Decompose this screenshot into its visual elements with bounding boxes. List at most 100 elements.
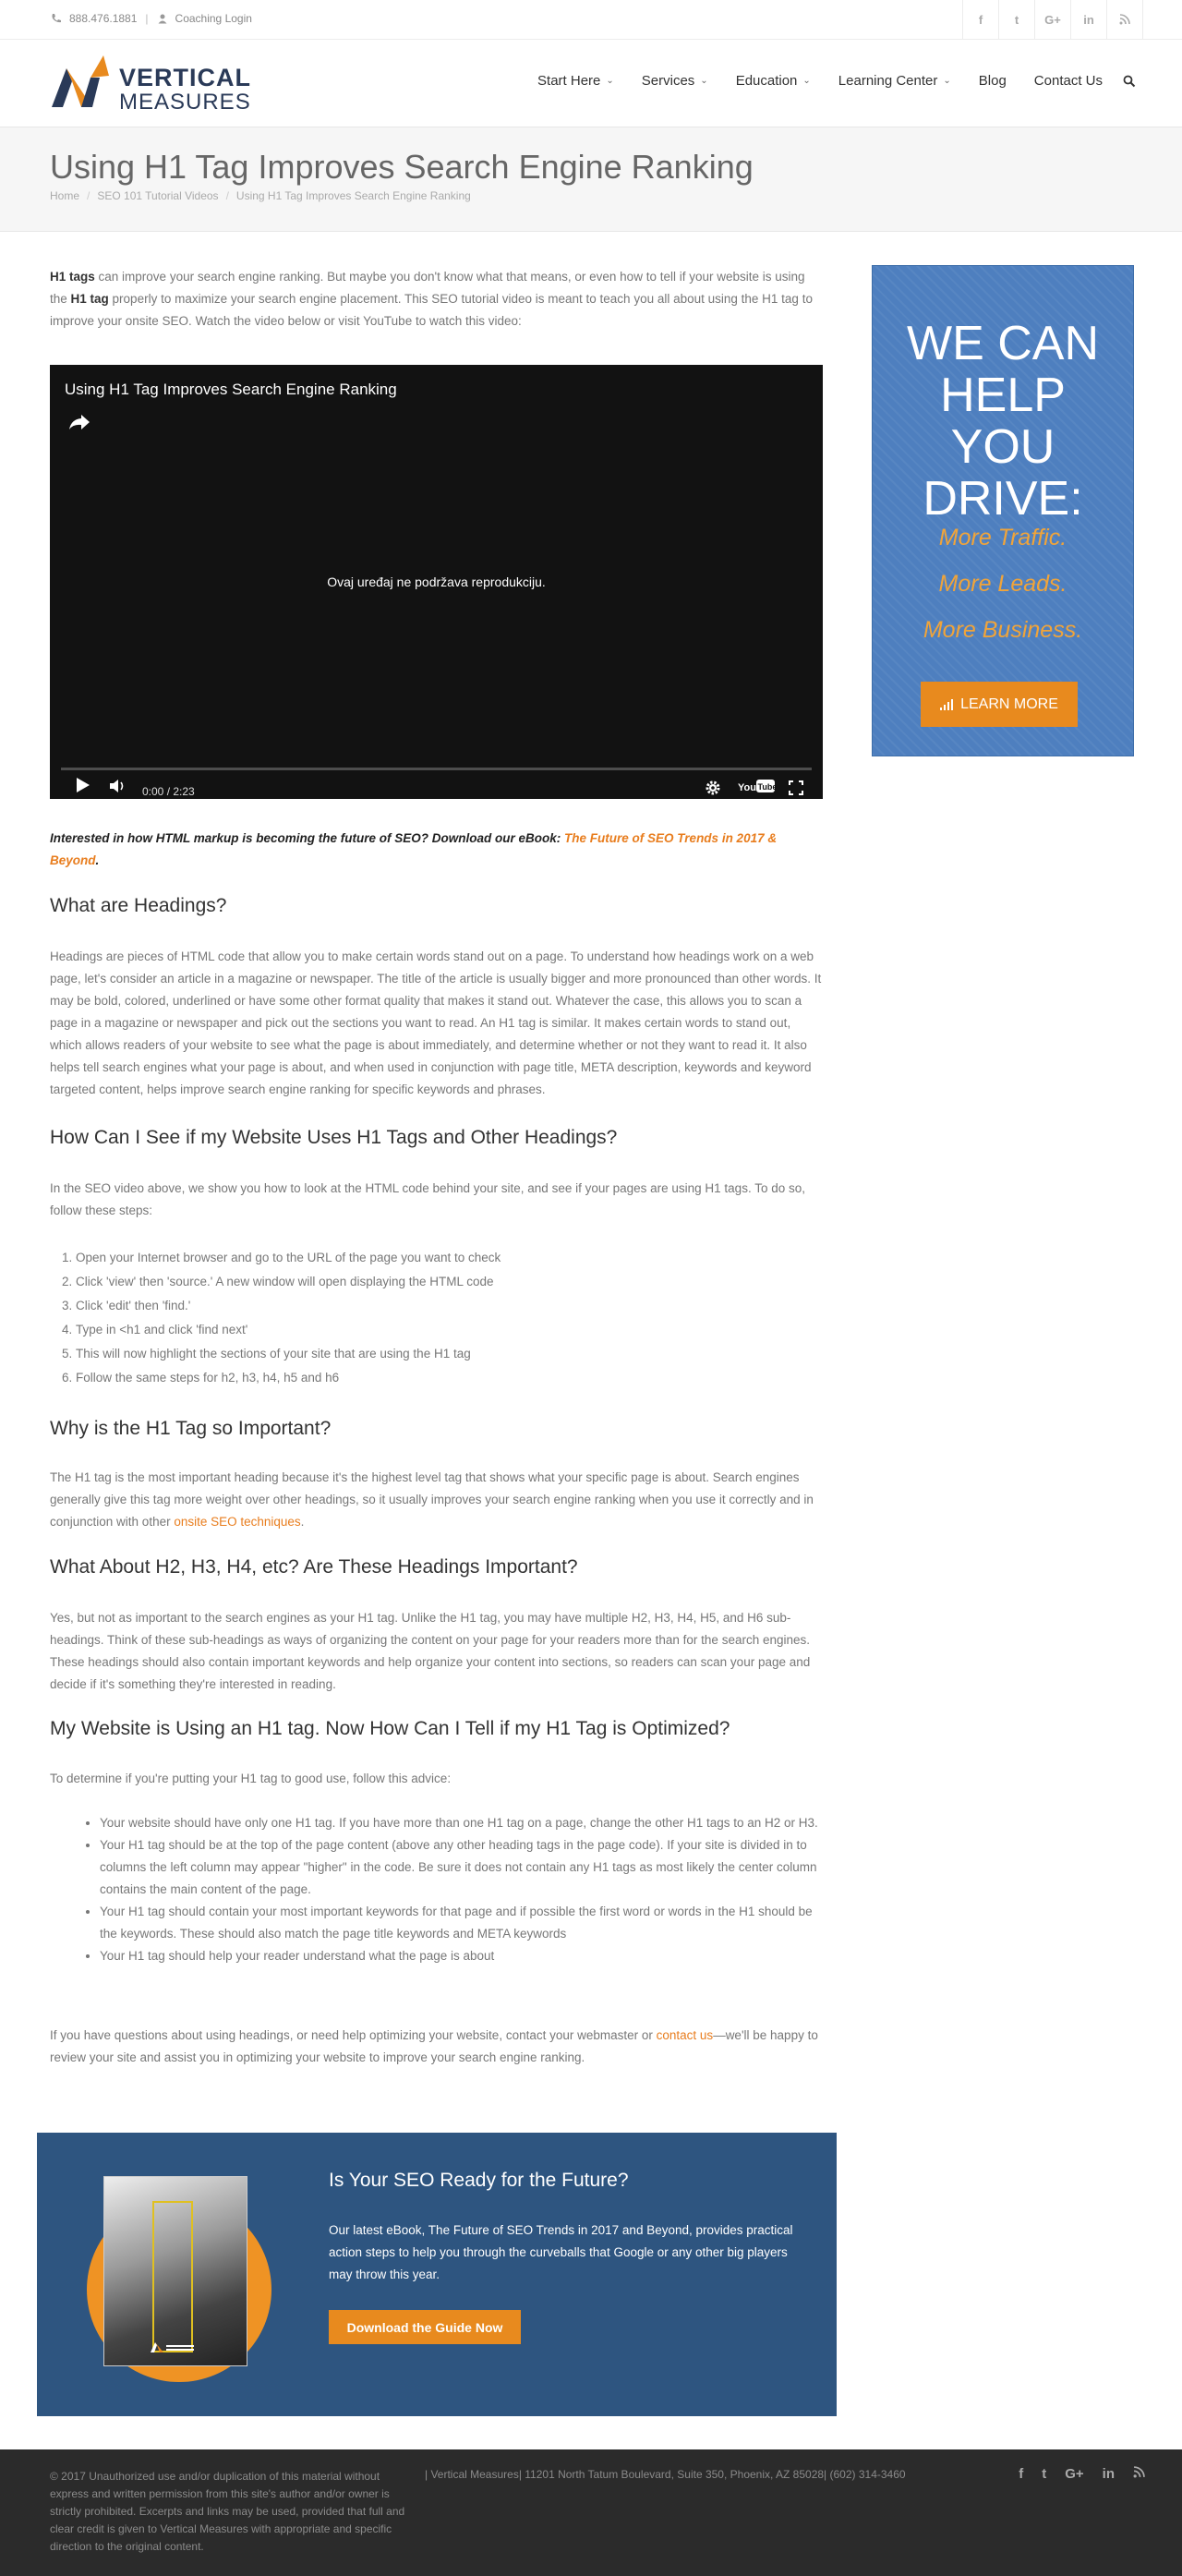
- site-header: VERTICAL MEASURES Start Here ⌄ Services ⌄ …: [0, 40, 1182, 127]
- promo-text: Our latest eBook, The Future of SEO Tren…: [329, 2223, 793, 2281]
- video-error-message: Ovaj uređaj ne podržava reprodukciju.: [327, 574, 546, 589]
- paragraph-h2-h3: Yes, but not as important to the search …: [50, 1611, 811, 1691]
- volume-icon[interactable]: [109, 779, 127, 793]
- phone-icon: [52, 14, 61, 23]
- list-item: Click 'edit' then 'find.': [76, 1294, 501, 1318]
- signal-bars-icon: [940, 698, 954, 710]
- list-item: Your H1 tag should help your reader unde…: [100, 1945, 826, 1967]
- coaching-login-link[interactable]: Coaching Login: [175, 12, 252, 25]
- why-text: The H1 tag is the most important heading…: [50, 1470, 814, 1529]
- main-nav: Start Here ⌄ Services ⌄ Education ⌄ Learnin…: [510, 73, 1136, 89]
- list-item: Your website should have only one H1 tag…: [100, 1812, 826, 1834]
- closing-text-1: If you have questions about using headin…: [50, 2028, 657, 2042]
- intro-bold-1: H1 tags: [50, 270, 95, 284]
- fullscreen-icon[interactable]: [788, 780, 804, 796]
- heading-how-can-i-see: How Can I See if my Website Uses H1 Tags…: [50, 1127, 618, 1148]
- svg-text:You: You: [738, 782, 756, 793]
- list-item: Open your Internet browser and go to the…: [76, 1246, 501, 1270]
- ebook-cta: Interested in how HTML markup is becomin…: [50, 828, 824, 872]
- logo-line1: VERTICAL: [119, 64, 251, 91]
- nav-learning-center[interactable]: Learning Center ⌄: [838, 73, 951, 89]
- nav-label: Blog: [978, 73, 1007, 89]
- top-social: f t G+ in: [962, 0, 1143, 39]
- breadcrumb-category[interactable]: SEO 101 Tutorial Videos: [97, 189, 218, 202]
- video-progress-bar[interactable]: [61, 768, 812, 770]
- list-item: This will now highlight the sections of …: [76, 1342, 501, 1366]
- google-plus-icon[interactable]: G+: [1034, 0, 1070, 39]
- youtube-logo-icon[interactable]: You Tube: [738, 778, 775, 794]
- ad-line-3: YOU: [950, 420, 1055, 474]
- rss-icon[interactable]: [1133, 2466, 1145, 2482]
- heading-what-are-headings: What are Headings?: [50, 895, 227, 916]
- settings-gear-icon[interactable]: [705, 780, 721, 796]
- breadcrumb-separator: /: [225, 189, 229, 202]
- paragraph-closing: If you have questions about using headin…: [50, 2025, 824, 2069]
- video-title[interactable]: Using H1 Tag Improves Search Engine Rank…: [65, 379, 397, 401]
- contact-us-link[interactable]: contact us: [657, 2028, 714, 2042]
- heading-optimized: My Website is Using an H1 tag. Now How C…: [50, 1718, 730, 1739]
- list-item: Your H1 tag should be at the top of the …: [100, 1834, 826, 1901]
- chevron-down-icon: ⌄: [606, 76, 614, 86]
- nav-label: Learning Center: [838, 73, 938, 89]
- ad-line-1: WE CAN: [907, 317, 1099, 370]
- facebook-icon[interactable]: f: [1019, 2466, 1023, 2482]
- cover-stripe: [152, 2201, 193, 2352]
- intro-paragraph: H1 tags can improve your search engine r…: [50, 266, 824, 333]
- linkedin-icon[interactable]: in: [1103, 2466, 1115, 2482]
- google-plus-icon[interactable]: G+: [1065, 2466, 1083, 2482]
- onsite-seo-link[interactable]: onsite SEO techniques: [174, 1515, 300, 1529]
- paragraph-how: In the SEO video above, we show you how …: [50, 1181, 805, 1217]
- chevron-down-icon: ⌄: [943, 76, 951, 86]
- phone-number[interactable]: 888.476.1881: [69, 12, 137, 25]
- site-logo[interactable]: VERTICAL MEASURES: [50, 50, 271, 116]
- nav-label: Services: [641, 73, 695, 89]
- nav-blog[interactable]: Blog: [979, 73, 1007, 89]
- ad-offer-traffic: More Traffic.: [938, 525, 1067, 550]
- twitter-icon[interactable]: t: [998, 0, 1034, 39]
- intro-bold-2: H1 tag: [70, 292, 109, 306]
- main-content: H1 tags can improve your search engine r…: [50, 266, 824, 2064]
- top-contact: 888.476.1881 | Coaching Login: [51, 12, 252, 25]
- breadcrumb-separator: /: [87, 189, 90, 202]
- chevron-down-icon: ⌄: [802, 76, 811, 86]
- chevron-down-icon: ⌄: [700, 76, 708, 86]
- user-icon: [158, 14, 167, 24]
- ebook-cover-image[interactable]: [103, 2176, 247, 2366]
- nav-services[interactable]: Services ⌄: [642, 73, 708, 89]
- learn-more-label: LEARN MORE: [960, 695, 1058, 712]
- download-guide-button[interactable]: Download the Guide Now: [329, 2310, 521, 2344]
- paragraph-why: The H1 tag is the most important heading…: [50, 1467, 824, 1533]
- breadcrumb-home[interactable]: Home: [50, 189, 79, 202]
- nav-start-here[interactable]: Start Here ⌄: [537, 73, 614, 89]
- search-icon[interactable]: [1123, 75, 1136, 88]
- promo-title: Is Your SEO Ready for the Future?: [329, 2170, 629, 2191]
- linkedin-icon[interactable]: in: [1070, 0, 1106, 39]
- footer-address: | Vertical Measures| 11201 North Tatum B…: [425, 2468, 906, 2481]
- why-end: .: [300, 1515, 305, 1529]
- ad-line-2: HELP: [940, 369, 1066, 422]
- sidebar-ad-banner[interactable]: WE CAN HELP YOU DRIVE: More Traffic. Mor…: [872, 265, 1134, 756]
- site-footer: © 2017 Unauthorized use and/or duplicati…: [0, 2449, 1182, 2576]
- page-title: Using H1 Tag Improves Search Engine Rank…: [50, 148, 754, 186]
- top-separator: |: [145, 12, 149, 25]
- top-bar: 888.476.1881 | Coaching Login f t G+ in: [0, 0, 1182, 40]
- twitter-icon[interactable]: t: [1042, 2466, 1046, 2482]
- breadcrumb: Home / SEO 101 Tutorial Videos / Using H…: [50, 189, 471, 202]
- steps-list: Open your Internet browser and go to the…: [50, 1246, 501, 1390]
- nav-label: Start Here: [537, 73, 601, 89]
- video-player[interactable]: Using H1 Tag Improves Search Engine Rank…: [50, 365, 823, 799]
- facebook-icon[interactable]: f: [962, 0, 998, 39]
- cta-text: Interested in how HTML markup is becomin…: [50, 831, 565, 845]
- share-icon[interactable]: [68, 413, 90, 431]
- nav-contact-us[interactable]: Contact Us: [1034, 73, 1103, 89]
- paragraph-headings: Headings are pieces of HTML code that al…: [50, 949, 822, 1096]
- list-item: Click 'view' then 'source.' A new window…: [76, 1270, 501, 1294]
- nav-label: Contact Us: [1033, 73, 1103, 89]
- play-icon[interactable]: [76, 777, 90, 793]
- tips-list: Your website should have only one H1 tag…: [50, 1812, 826, 1967]
- learn-more-button[interactable]: LEARN MORE: [921, 682, 1078, 727]
- footer-copyright: © 2017 Unauthorized use and/or duplicati…: [50, 2470, 405, 2553]
- cta-end: .: [95, 853, 100, 867]
- rss-icon[interactable]: [1106, 0, 1143, 39]
- nav-education[interactable]: Education ⌄: [736, 73, 811, 89]
